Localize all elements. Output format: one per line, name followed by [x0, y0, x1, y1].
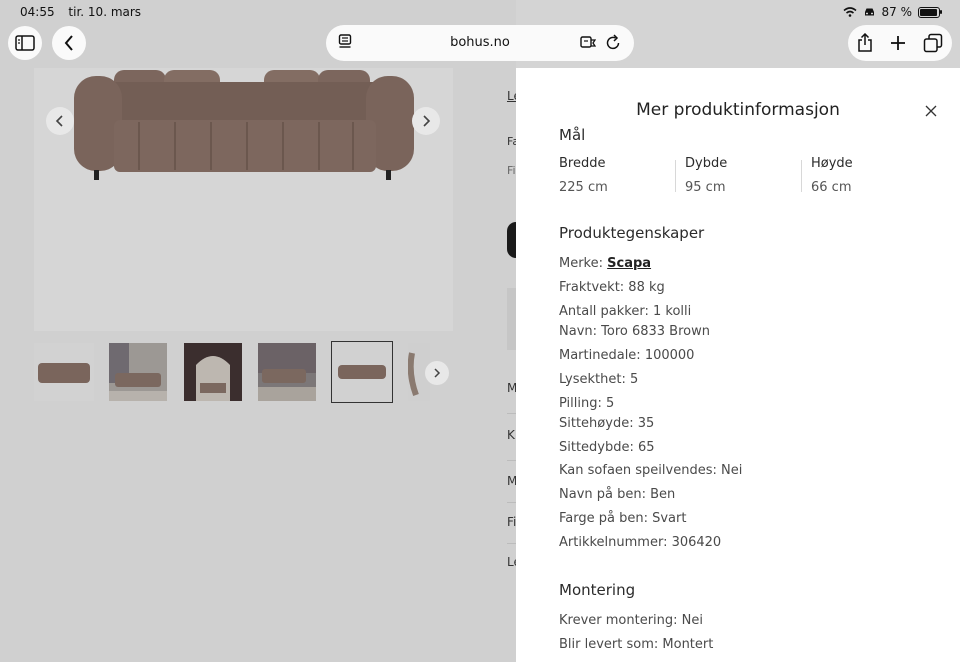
reload-icon[interactable] — [606, 34, 621, 50]
property-item: Sittehøyde: 35 — [559, 416, 655, 431]
properties-heading: Produktegenskaper — [559, 224, 705, 242]
add-to-cart-button-edge[interactable] — [507, 222, 516, 258]
chevron-right-icon — [423, 115, 431, 127]
dimension-value: 95 cm — [685, 180, 726, 195]
assembly-heading: Montering — [559, 581, 636, 599]
brand-link[interactable]: Scapa — [607, 256, 651, 271]
divider — [507, 460, 516, 461]
property-item: Farge på ben: Svart — [559, 511, 687, 526]
dimension-divider — [675, 160, 676, 192]
chevron-right-icon — [434, 368, 441, 378]
dimension-label: Dybde — [685, 156, 728, 171]
property-item: Pilling: 5 — [559, 396, 615, 411]
dimension-depth: Dybde 95 cm — [685, 156, 801, 195]
new-tab-icon[interactable] — [890, 35, 906, 51]
browser-actions — [848, 25, 952, 61]
sidebar-toggle-button[interactable] — [8, 26, 42, 60]
property-item: Navn på ben: Ben — [559, 487, 676, 502]
info-box-edge — [507, 288, 516, 350]
thumbnail-3[interactable] — [184, 343, 242, 401]
assembly-item: Krever montering: Nei — [559, 613, 703, 628]
property-item: Martinedale: 100000 — [559, 348, 695, 363]
property-item: Antall pakker: 1 kolli — [559, 304, 692, 319]
status-time: 04:55 — [20, 5, 55, 19]
back-button[interactable] — [52, 26, 86, 60]
accordion-item[interactable]: K — [507, 428, 515, 442]
property-item: Fraktvekt: 88 kg — [559, 280, 665, 295]
divider — [507, 413, 516, 414]
dimension-divider — [801, 160, 802, 192]
sidebar-icon — [15, 35, 35, 51]
chevron-left-icon — [55, 115, 63, 127]
thumbnail-1[interactable] — [34, 343, 94, 401]
assembly-item: Blir levert som: Montert — [559, 637, 714, 652]
product-image[interactable] — [34, 68, 453, 331]
thumbnails-next-button[interactable] — [425, 361, 449, 385]
carousel-next-button[interactable] — [412, 107, 440, 135]
property-item: Lysekthet: 5 — [559, 372, 639, 387]
status-date: tir. 10. mars — [68, 5, 142, 19]
property-item: Navn: Toro 6833 Brown — [559, 324, 710, 339]
dimension-value: 66 cm — [811, 180, 852, 195]
property-item: Sittedybde: 65 — [559, 440, 655, 455]
car-icon — [864, 8, 874, 16]
property-label: Merke: — [559, 256, 608, 271]
share-icon[interactable] — [857, 33, 873, 53]
thumbnail-4[interactable] — [258, 343, 316, 401]
sofa-image — [74, 70, 414, 180]
product-page-background: Le Fa Fi M K M Fi Le — [0, 0, 521, 662]
accordion-item[interactable]: Fi — [507, 515, 516, 529]
product-info-drawer: Mer produktinformasjon Mål Bredde 225 cm… — [516, 68, 960, 662]
property-item: Kan sofaen speilvendes: Nei — [559, 463, 743, 478]
dimensions-heading: Mål — [559, 126, 586, 144]
dimension-label: Bredde — [559, 156, 606, 171]
dimension-value: 225 cm — [559, 180, 608, 195]
divider — [507, 502, 516, 503]
thumbnail-2[interactable] — [109, 343, 167, 401]
wifi-icon — [842, 7, 857, 17]
property-item: Artikkelnummer: 306420 — [559, 535, 722, 550]
close-icon — [925, 105, 937, 117]
dimension-label: Høyde — [811, 156, 853, 171]
tabs-overview-icon[interactable] — [923, 33, 943, 53]
thumbnail-strip — [34, 341, 454, 405]
address-bar[interactable]: bohus.no — [326, 25, 634, 61]
close-button[interactable] — [922, 102, 940, 120]
carousel-prev-button[interactable] — [46, 107, 74, 135]
dimension-height: Høyde 66 cm — [811, 156, 927, 195]
status-bar: 04:55 tir. 10. mars 87 % — [0, 0, 960, 24]
battery-percent: 87 % — [881, 5, 913, 19]
page-strip-item: Fi — [507, 164, 516, 177]
divider — [507, 543, 516, 544]
property-brand: Merke: Scapa — [559, 256, 651, 271]
thumbnail-5[interactable] — [331, 341, 393, 403]
dimension-width: Bredde 225 cm — [559, 156, 675, 195]
chevron-left-icon — [64, 35, 73, 51]
drawer-title: Mer produktinformasjon — [636, 100, 840, 120]
translate-icon[interactable] — [580, 34, 596, 50]
battery-icon — [918, 6, 942, 18]
